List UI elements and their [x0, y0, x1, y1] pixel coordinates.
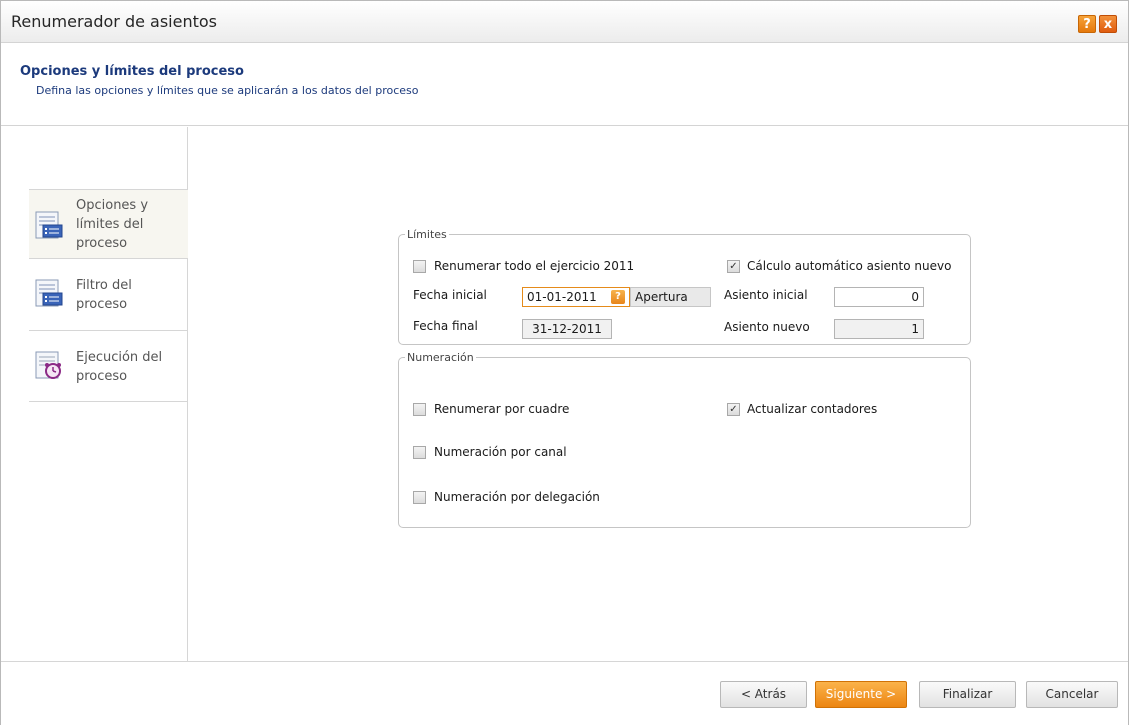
limites-legend: Límites — [407, 228, 447, 241]
renumerar-todo-label: Renumerar todo el ejercicio 2011 — [434, 259, 635, 273]
renumerar-cuadre-label: Renumerar por cuadre — [434, 402, 570, 416]
calculo-auto-checkbox[interactable]: ✓ — [727, 260, 740, 273]
form-list-icon — [35, 279, 63, 307]
fecha-inicial-tag: Apertura — [630, 287, 711, 307]
numeracion-canal-checkbox[interactable] — [413, 446, 426, 459]
sidebar-item-label: Ejecución del proceso — [76, 350, 163, 384]
calculo-auto-label: Cálculo automático asiento nuevo — [747, 259, 952, 273]
page-header: Opciones y límites del proceso Defina la… — [1, 44, 1128, 126]
fecha-final-label: Fecha final — [413, 319, 478, 333]
form-list-icon — [35, 211, 63, 239]
close-icon[interactable]: x — [1099, 15, 1117, 33]
date-help-icon[interactable]: ? — [611, 290, 625, 304]
fecha-final-input[interactable]: 31-12-2011 — [522, 319, 612, 339]
sidebar-item-opciones[interactable]: Opciones y límites del proceso — [29, 189, 188, 259]
sidebar-item-label: Filtro del proceso — [76, 278, 132, 312]
asiento-nuevo-label: Asiento nuevo — [724, 320, 810, 334]
page-subtitle: Defina las opciones y límites que se apl… — [36, 84, 419, 97]
siguiente-button[interactable]: Siguiente > — [815, 681, 907, 708]
numeracion-delegacion-checkbox[interactable] — [413, 491, 426, 504]
numeracion-delegacion-label: Numeración por delegación — [434, 490, 600, 504]
cancelar-button[interactable]: Cancelar — [1026, 681, 1118, 708]
alarm-clock-icon — [35, 351, 61, 379]
fecha-inicial-value: 01-01-2011 — [527, 290, 597, 304]
window-title: Renumerador de asientos — [11, 12, 217, 31]
wizard-steps-sidebar: Opciones y límites del proceso Filtro de… — [1, 127, 188, 661]
wizard-footer: < Atrás Siguiente > Finalizar Cancelar — [1, 661, 1128, 725]
sidebar-item-label: Opciones y límites del proceso — [76, 198, 149, 251]
page-title: Opciones y límites del proceso — [20, 64, 244, 79]
asiento-nuevo-input[interactable]: 1 — [834, 319, 924, 339]
fecha-inicial-label: Fecha inicial — [413, 288, 487, 302]
renumerar-cuadre-checkbox[interactable] — [413, 403, 426, 416]
help-icon[interactable]: ? — [1078, 15, 1096, 33]
asiento-inicial-label: Asiento inicial — [724, 288, 808, 302]
atras-button[interactable]: < Atrás — [720, 681, 807, 708]
dialog-window: Renumerador de asientos ? x Opciones y l… — [0, 0, 1129, 725]
asiento-inicial-input[interactable]: 0 — [834, 287, 924, 307]
sidebar-item-filtro[interactable]: Filtro del proceso — [29, 260, 188, 331]
actualizar-contadores-label: Actualizar contadores — [747, 402, 878, 416]
numeracion-legend: Numeración — [407, 351, 474, 364]
renumerar-todo-checkbox[interactable] — [413, 260, 426, 273]
numeracion-canal-label: Numeración por canal — [434, 445, 567, 459]
title-bar: Renumerador de asientos ? x — [1, 1, 1128, 43]
sidebar-item-ejecucion[interactable]: Ejecución del proceso — [29, 332, 188, 402]
finalizar-button[interactable]: Finalizar — [919, 681, 1016, 708]
actualizar-contadores-checkbox[interactable]: ✓ — [727, 403, 740, 416]
